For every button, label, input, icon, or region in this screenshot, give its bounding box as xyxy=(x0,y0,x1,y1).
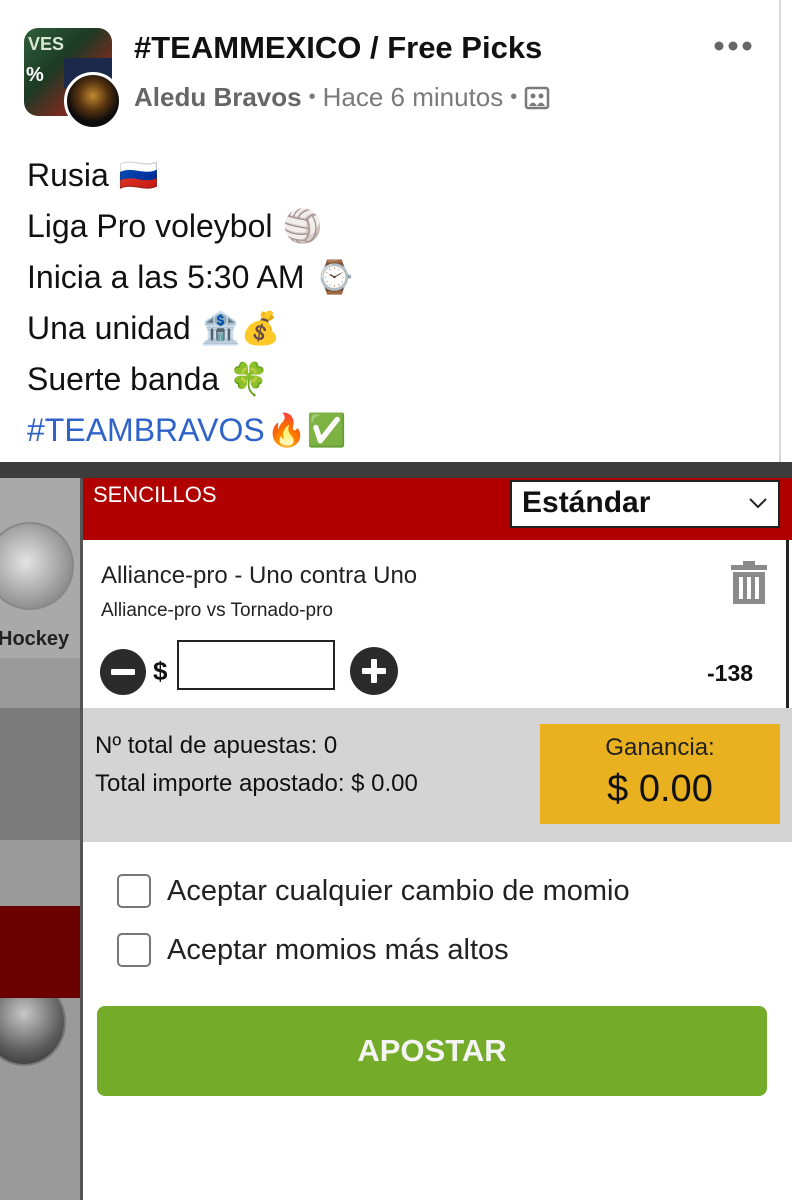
minus-icon[interactable] xyxy=(99,648,147,696)
post-line-text: Liga Pro voleybol xyxy=(27,208,273,244)
place-bet-button[interactable]: APOSTAR xyxy=(97,1006,767,1096)
betslip-screenshot: Hockey SENCILLOS Estándar Alliance-pro -… xyxy=(0,462,792,1200)
post-line: #TEAMBRAVOS 🔥✅ xyxy=(27,405,354,456)
option-row-higher-odds[interactable]: Aceptar momios más altos xyxy=(117,933,509,967)
post-line: Una unidad 🏦💰 xyxy=(27,303,354,354)
sidebar-item-label: Hockey xyxy=(0,628,70,650)
bet-title: Alliance-pro - Uno contra Uno xyxy=(101,562,418,589)
accept-any-change-checkbox[interactable] xyxy=(117,874,151,908)
post-line-text: Inicia a las 5:30 AM xyxy=(27,259,305,295)
post-line-text: Rusia xyxy=(27,157,109,193)
volleyball-icon: 🏐 xyxy=(282,208,323,244)
option-row-any-change[interactable]: Aceptar cualquier cambio de momio xyxy=(117,874,630,908)
post-line: Suerte banda 🍀 xyxy=(27,354,354,405)
trash-icon[interactable] xyxy=(728,560,770,606)
betslip-panel: SENCILLOS Estándar Alliance-pro - Uno co… xyxy=(80,478,792,1200)
bet-odds: -138 xyxy=(707,660,754,686)
accept-higher-odds-checkbox[interactable] xyxy=(117,933,151,967)
group-name-link[interactable]: #TEAMMEXICO / Free Picks xyxy=(134,30,542,66)
bet-card: Alliance-pro - Uno contra Uno Alliance-p… xyxy=(83,540,789,708)
sidebar-item-volleyball[interactable] xyxy=(0,708,80,1066)
screenshot-top-bar xyxy=(0,462,792,478)
post-line-text: Una unidad xyxy=(27,310,191,346)
sidebar-item-hockey[interactable]: Hockey xyxy=(0,478,80,658)
post-line-text: Suerte banda xyxy=(27,361,220,397)
stake-input[interactable] xyxy=(177,640,335,690)
total-bets-count: Nº total de apuestas: 0 xyxy=(95,732,338,759)
bet-summary: Nº total de apuestas: 0 Total importe ap… xyxy=(83,708,792,842)
more-options-icon[interactable] xyxy=(712,34,754,58)
group-photo-icon xyxy=(525,86,550,109)
hashtag-link[interactable]: #TEAMBRAVOS xyxy=(27,405,265,456)
user-avatar[interactable] xyxy=(64,72,122,130)
russia-flag-icon: 🇷🇺 xyxy=(118,157,159,193)
plus-icon[interactable] xyxy=(349,646,399,696)
gain-label: Ganancia: xyxy=(605,734,715,761)
post-time[interactable]: Hace 6 minutos xyxy=(323,82,504,113)
gain-box: Ganancia: $ 0.00 xyxy=(540,724,780,824)
post-line: Inicia a las 5:30 AM ⌚ xyxy=(27,252,354,303)
option-label[interactable]: Aceptar momios más altos xyxy=(167,934,509,967)
fire-check-icon: 🔥✅ xyxy=(266,412,347,448)
clover-icon: 🍀 xyxy=(229,361,269,397)
author-link[interactable]: Aledu Bravos xyxy=(134,82,302,113)
meta-separator: • xyxy=(308,86,316,108)
currency-symbol: $ xyxy=(153,656,168,686)
bet-matchup: Alliance-pro vs Tornado-pro xyxy=(101,600,333,621)
watch-icon: ⌚ xyxy=(314,259,355,295)
gain-value: $ 0.00 xyxy=(607,768,713,810)
post-meta: Aledu Bravos • Hace 6 minutos • xyxy=(134,82,550,113)
hockey-thumbnail xyxy=(0,522,74,610)
divider xyxy=(779,0,781,462)
total-staked: Total importe apostado: $ 0.00 xyxy=(95,770,418,797)
meta-separator: • xyxy=(510,86,518,108)
facebook-post: VES % #TEAMMEXICO / Free Picks Aledu Bra… xyxy=(0,0,792,462)
post-line: Liga Pro voleybol 🏐 xyxy=(27,201,354,252)
option-label[interactable]: Aceptar cualquier cambio de momio xyxy=(167,875,630,908)
post-line: Rusia 🇷🇺 xyxy=(27,150,354,201)
betslip-header: SENCILLOS Estándar xyxy=(83,478,792,540)
bet-mode-value: Estándar xyxy=(522,486,651,519)
chevron-down-icon xyxy=(749,498,767,509)
sidebar-item-active[interactable] xyxy=(0,906,80,998)
post-body: Rusia 🇷🇺 Liga Pro voleybol 🏐 Inicia a la… xyxy=(27,150,354,456)
bet-mode-select[interactable]: Estándar xyxy=(510,480,780,528)
section-title[interactable]: SENCILLOS xyxy=(93,482,217,508)
bank-moneybag-icon: 🏦💰 xyxy=(200,310,281,346)
avatar-group[interactable]: VES % xyxy=(24,28,124,130)
